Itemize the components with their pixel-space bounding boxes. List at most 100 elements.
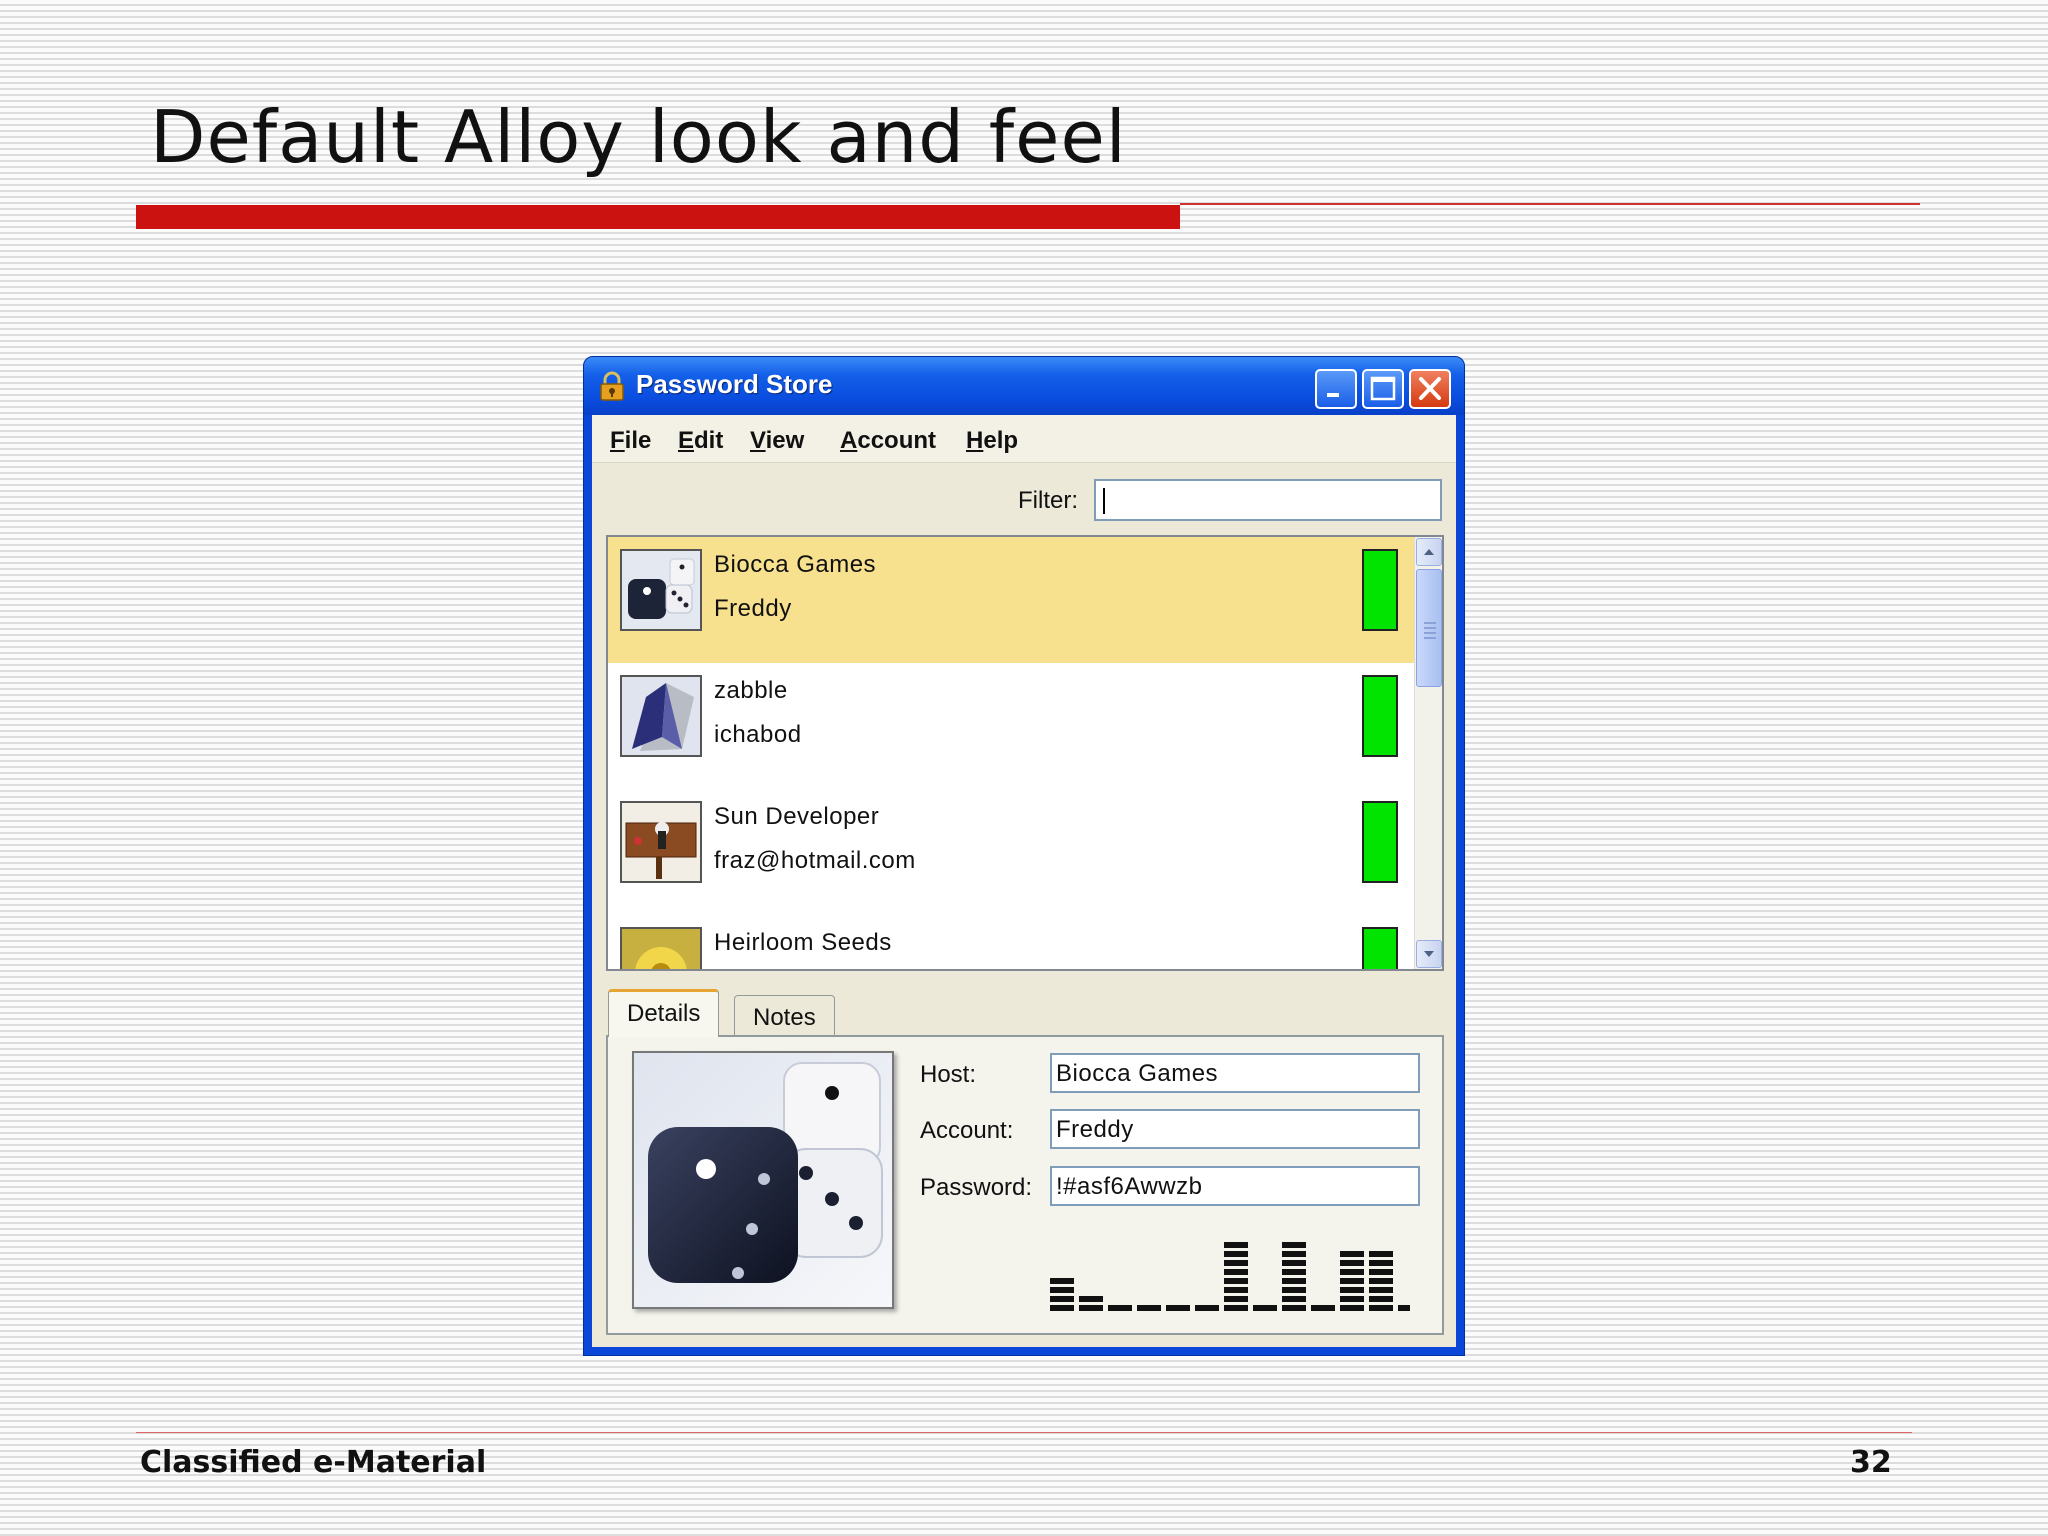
strength-block	[1282, 1251, 1306, 1257]
list-item[interactable]: Heirloom Seeds	[608, 915, 1416, 969]
menu-file-label: ile	[624, 427, 652, 454]
strength-block	[1282, 1287, 1306, 1293]
footer-rule	[136, 1432, 1912, 1433]
menu-file-mnemonic: F	[610, 427, 625, 454]
strength-block	[1282, 1278, 1306, 1284]
window-client-area: File Edit View Account Help Filter: Bioc…	[592, 415, 1456, 1347]
strength-block	[1369, 1296, 1393, 1302]
menu-view-label: iew	[765, 427, 805, 454]
strength-indicator	[1362, 549, 1398, 631]
scroll-thumb[interactable]	[1416, 569, 1442, 687]
account-field[interactable]: Freddy	[1050, 1109, 1420, 1149]
padlock-icon	[600, 371, 624, 401]
menu-edit[interactable]: Edit	[678, 427, 723, 455]
menu-account-mnemonic: A	[840, 427, 858, 454]
menu-help-label: elp	[983, 427, 1019, 454]
strength-block	[1224, 1296, 1248, 1302]
strength-block	[1137, 1305, 1161, 1311]
slide-title: Default Alloy look and feel	[150, 95, 1127, 179]
strength-block	[1050, 1305, 1074, 1311]
tab-notes[interactable]: Notes	[734, 995, 835, 1039]
menu-view-mnemonic: V	[750, 427, 766, 454]
strength-block	[1108, 1305, 1132, 1311]
entry-account: fraz@hotmail.com	[714, 847, 916, 874]
minimize-button[interactable]	[1315, 369, 1357, 409]
password-label: Password:	[920, 1174, 1033, 1201]
strength-block	[1369, 1305, 1393, 1311]
text-caret	[1103, 488, 1105, 514]
details-panel: Host: Biocca Games Account: Freddy Passw…	[606, 1035, 1444, 1335]
scroll-down-button[interactable]	[1416, 940, 1442, 968]
strength-block	[1369, 1269, 1393, 1275]
strength-block	[1369, 1260, 1393, 1266]
list-item[interactable]: Sun Developer fraz@hotmail.com	[608, 789, 1416, 915]
strength-block	[1224, 1305, 1248, 1311]
host-field[interactable]: Biocca Games	[1050, 1053, 1420, 1093]
entry-account: ichabod	[714, 721, 802, 748]
strength-block	[1195, 1305, 1219, 1311]
strength-block	[1224, 1242, 1248, 1248]
password-list[interactable]: Biocca Games Freddy zabble ichabod Sun D…	[606, 535, 1444, 971]
host-image	[632, 1051, 894, 1309]
flower-thumbnail	[620, 927, 702, 969]
menu-bar: File Edit View Account Help	[592, 415, 1456, 463]
filter-label: Filter:	[1018, 487, 1078, 514]
menu-account-label: ccount	[857, 427, 937, 454]
footer-label: Classified e-Material	[140, 1445, 487, 1480]
strength-block	[1369, 1251, 1393, 1257]
strength-block	[1369, 1278, 1393, 1284]
strength-block	[1224, 1260, 1248, 1266]
grip-line	[1424, 627, 1436, 629]
page-number: 32	[1850, 1445, 1892, 1480]
entry-account: Freddy	[714, 595, 792, 622]
list-item[interactable]: zabble ichabod	[608, 663, 1416, 789]
strength-block	[1398, 1305, 1410, 1311]
window-titlebar[interactable]: Password Store	[584, 357, 1464, 415]
scroll-up-button[interactable]	[1416, 538, 1442, 566]
strength-block	[1224, 1251, 1248, 1257]
tab-details[interactable]: Details	[608, 989, 720, 1037]
strength-block	[1340, 1296, 1364, 1302]
vertical-scrollbar[interactable]	[1414, 537, 1442, 969]
strength-block	[1340, 1305, 1364, 1311]
strength-block	[1282, 1305, 1306, 1311]
window-title: Password Store	[636, 369, 833, 399]
strength-block	[1369, 1287, 1393, 1293]
maximize-button[interactable]	[1362, 369, 1404, 409]
grip-line	[1424, 632, 1436, 634]
entry-host: Biocca Games	[714, 551, 877, 578]
arrow-up-icon	[1424, 549, 1434, 555]
menu-edit-mnemonic: E	[678, 427, 695, 454]
entry-host: zabble	[714, 677, 788, 704]
menu-edit-label: dit	[694, 427, 724, 454]
filter-input[interactable]	[1094, 479, 1442, 521]
grip-line	[1424, 622, 1436, 624]
close-button[interactable]	[1409, 369, 1451, 409]
menu-file[interactable]: File	[610, 427, 651, 455]
strength-block	[1311, 1305, 1335, 1311]
strength-block	[1050, 1287, 1074, 1293]
strength-block	[1079, 1296, 1103, 1302]
menu-account[interactable]: Account	[840, 427, 936, 455]
strength-block	[1224, 1287, 1248, 1293]
grip-line	[1424, 637, 1436, 639]
strength-block	[1079, 1305, 1103, 1311]
password-field[interactable]: !#asf6Awwzb	[1050, 1166, 1420, 1206]
menu-help-mnemonic: H	[966, 427, 984, 454]
strength-block	[1282, 1269, 1306, 1275]
list-item[interactable]: Biocca Games Freddy	[608, 537, 1416, 663]
strength-block	[1166, 1305, 1190, 1311]
strength-block	[1340, 1278, 1364, 1284]
dice-thumbnail	[620, 549, 702, 631]
entry-host: Sun Developer	[714, 803, 880, 830]
menu-help[interactable]: Help	[966, 427, 1018, 455]
strength-block	[1050, 1278, 1074, 1284]
close-icon	[1419, 377, 1441, 400]
strength-block	[1050, 1296, 1074, 1302]
strength-block	[1224, 1278, 1248, 1284]
password-strength-meter	[1050, 1242, 1410, 1311]
menu-view[interactable]: View	[750, 427, 804, 455]
strength-block	[1282, 1296, 1306, 1302]
strength-block	[1340, 1251, 1364, 1257]
minimize-icon	[1327, 393, 1339, 397]
